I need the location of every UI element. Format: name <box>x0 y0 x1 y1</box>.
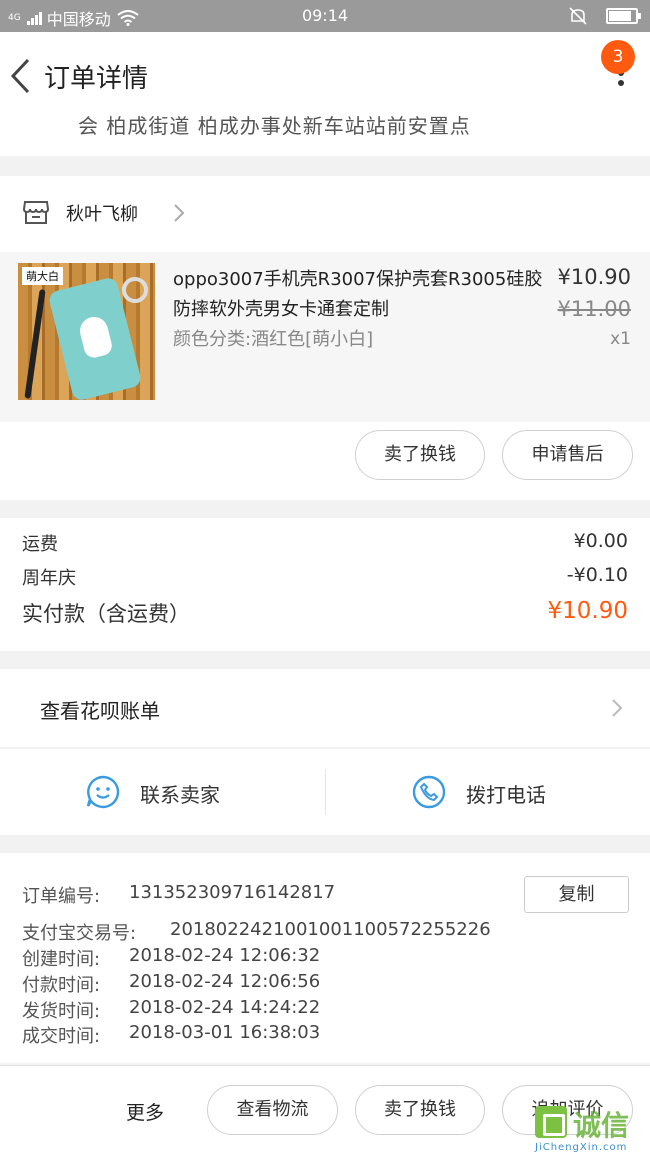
sell-for-cash-button[interactable]: 卖了换钱 <box>355 430 485 480</box>
created-time-value: 2018-02-24 12:06:32 <box>129 945 321 966</box>
created-time-key: 创建时间: <box>22 949 101 970</box>
store-icon <box>22 201 50 224</box>
paid-time-key: 付款时间: <box>22 975 101 996</box>
completed-time-row: 成交时间: 2018-03-01 16:38:03 <box>22 1022 320 1048</box>
completed-time-key: 成交时间: <box>22 1026 101 1047</box>
paid-label: 实付款（含运费） <box>22 602 190 626</box>
huabei-bill-row[interactable]: 查看花呗账单 <box>0 669 650 747</box>
watermark-en: JiChengXin.com <box>535 1142 628 1153</box>
paid-row: 实付款（含运费） ¥10.90 <box>22 598 628 628</box>
watermark-icon <box>535 1106 567 1138</box>
paid-value: ¥10.90 <box>547 598 628 624</box>
completed-time-value: 2018-03-01 16:38:03 <box>129 1022 321 1043</box>
battery-fill <box>609 11 632 21</box>
order-number-row: 订单编号: 131352309716142817 <box>22 882 335 908</box>
clock: 09:14 <box>301 6 349 25</box>
phone-icon <box>412 775 446 809</box>
shop-row[interactable]: 秋叶飞柳 <box>0 176 650 252</box>
paid-time-value: 2018-02-24 12:06:56 <box>129 971 321 992</box>
product-price: ¥10.90 <box>557 265 631 289</box>
promo-label: 周年庆 <box>22 568 76 589</box>
shipped-time-row: 发货时间: 2018-02-24 14:24:22 <box>22 997 320 1023</box>
order-number-value[interactable]: 131352309716142817 <box>129 882 335 903</box>
shop-card: 秋叶飞柳 萌大白 oppo3007手机壳R3007保护壳套R3005硅胶防摔软外… <box>0 176 650 500</box>
totals-section: 运费 ¥0.00 周年庆 -¥0.10 实付款（含运费） ¥10.90 <box>0 518 650 651</box>
back-arrow-icon[interactable] <box>8 56 32 96</box>
shipping-label: 运费 <box>22 534 58 555</box>
shipped-time-key: 发货时间: <box>22 1001 101 1022</box>
product-sku: 颜色分类:酒红色[萌小白] <box>173 329 374 350</box>
after-sales-button[interactable]: 申请售后 <box>502 430 633 480</box>
product-original-price: ¥11.00 <box>557 297 631 321</box>
alipay-trade-value[interactable]: 2018022421001001100572255226 <box>170 919 491 940</box>
sell-for-cash-button[interactable]: 卖了换钱 <box>355 1085 485 1135</box>
chevron-right-icon <box>174 204 185 222</box>
alipay-trade-key: 支付宝交易号: <box>22 923 137 944</box>
copy-button[interactable]: 复制 <box>524 876 629 913</box>
order-info: 订单编号: 131352309716142817 复制 支付宝交易号: 2018… <box>0 853 650 1063</box>
view-logistics-button[interactable]: 查看物流 <box>207 1085 338 1135</box>
product-thumbnail[interactable]: 萌大白 <box>18 263 155 400</box>
shipping-value: ¥0.00 <box>573 530 628 552</box>
chat-face-icon <box>86 775 120 809</box>
contact-seller-button[interactable]: 联系卖家 <box>0 749 324 835</box>
address-strip: 会 柏成街道 柏成办事处新车站站前安置点 <box>0 108 650 156</box>
created-time-row: 创建时间: 2018-02-24 12:06:32 <box>22 945 320 971</box>
status-bar: 4G 中国移动 09:14 <box>0 0 650 32</box>
product-quantity: x1 <box>610 329 631 349</box>
contact-seller-label: 联系卖家 <box>140 783 220 807</box>
battery-icon <box>606 8 641 24</box>
paid-time-row: 付款时间: 2018-02-24 12:06:56 <box>22 971 320 997</box>
call-phone-button[interactable]: 拨打电话 <box>326 749 650 835</box>
bell-muted-icon <box>569 7 587 25</box>
shop-name: 秋叶飞柳 <box>66 204 138 225</box>
page-title: 订单详情 <box>44 64 149 94</box>
promo-row: 周年庆 -¥0.10 <box>22 564 628 590</box>
product-item[interactable]: 萌大白 oppo3007手机壳R3007保护壳套R3005硅胶防摔软外壳男女卡通… <box>0 252 650 422</box>
more-button[interactable]: 更多 <box>126 1098 164 1125</box>
address-text: 会 柏成街道 柏成办事处新车站站前安置点 <box>78 114 471 138</box>
shipping-row: 运费 ¥0.00 <box>22 530 628 556</box>
nav-bar: 订单详情 3 <box>0 32 650 120</box>
promo-value: -¥0.10 <box>566 564 628 586</box>
chevron-right-icon <box>612 699 623 717</box>
alipay-trade-row: 支付宝交易号: 2018022421001001100572255226 <box>22 919 491 945</box>
product-title: oppo3007手机壳R3007保护壳套R3005硅胶防摔软外壳男女卡通套定制 <box>173 269 543 320</box>
watermark-logo: 诚信 JiChengXin.com <box>533 1100 650 1155</box>
shipped-time-value: 2018-02-24 14:24:22 <box>129 997 321 1018</box>
thumb-label: 萌大白 <box>22 267 63 285</box>
order-number-key: 订单编号: <box>22 886 101 907</box>
watermark-cn: 诚信 <box>573 1109 630 1142</box>
notification-badge: 3 <box>601 40 635 74</box>
status-right <box>568 7 641 25</box>
call-phone-label: 拨打电话 <box>466 783 546 807</box>
huabei-label: 查看花呗账单 <box>40 699 160 723</box>
contact-bar: 联系卖家 拨打电话 <box>0 749 650 835</box>
